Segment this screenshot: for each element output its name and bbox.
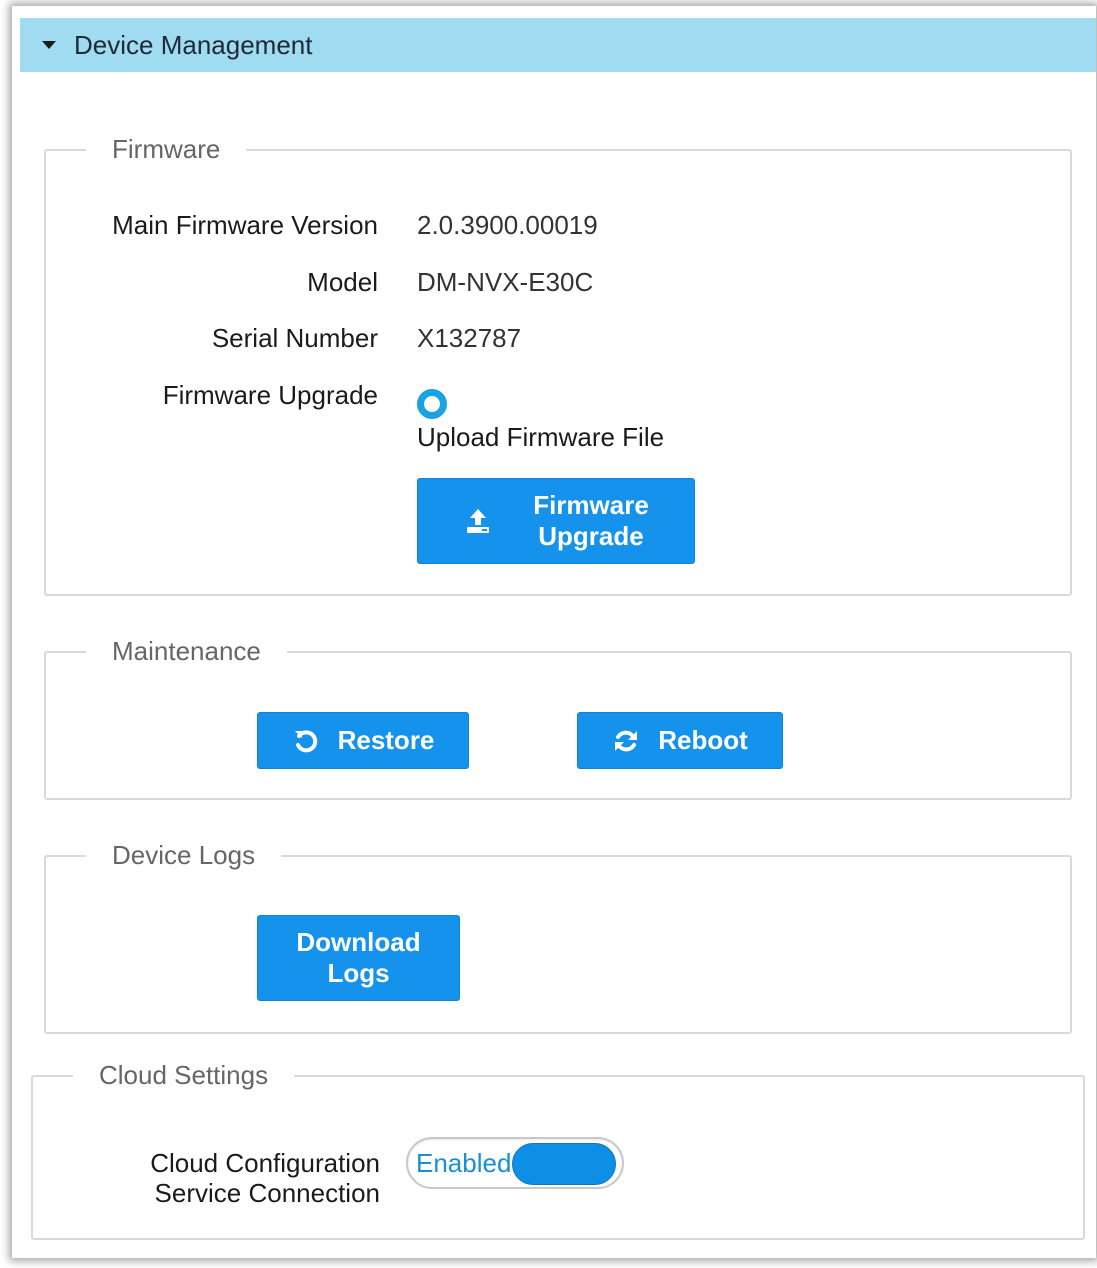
firmware-upgrade-button-line2: Upgrade — [538, 521, 644, 551]
firmware-upgrade-button[interactable]: Firmware Upgrade — [417, 478, 695, 564]
serial-number-value: X132787 — [417, 323, 522, 353]
cloud-configuration-label: Cloud Configuration Service Connection — [40, 1148, 380, 1208]
firmware-legend: Firmware — [112, 134, 221, 164]
upload-icon — [467, 509, 490, 533]
model-label: Model — [307, 267, 378, 297]
device-logs-group: Device Logs — [44, 840, 1072, 1034]
caret-down-icon[interactable] — [42, 41, 56, 49]
toggle-knob[interactable] — [512, 1143, 616, 1185]
restore-button-label: Restore — [337, 725, 435, 755]
maintenance-legend: Maintenance — [112, 636, 261, 666]
firmware-upgrade-button-line1: Firmware — [533, 490, 649, 520]
upload-firmware-file-radio[interactable] — [417, 389, 447, 419]
reboot-button-label: Reboot — [658, 725, 748, 755]
toggle-state-label: Enabled — [416, 1148, 512, 1178]
main-firmware-version-value: 2.0.3900.00019 — [417, 210, 598, 240]
model-value: DM-NVX-E30C — [417, 267, 594, 297]
reboot-button[interactable]: Reboot — [577, 712, 783, 769]
serial-number-label: Serial Number — [211, 323, 378, 353]
cloud-connection-toggle[interactable]: Enabled — [406, 1137, 624, 1189]
cloud-configuration-label-line2: Service Connection — [154, 1178, 380, 1208]
download-logs-button-line1: Download — [296, 927, 421, 957]
undo-icon — [294, 729, 317, 752]
download-logs-button[interactable]: Download Logs — [257, 915, 460, 1001]
panel-header[interactable]: Device Management — [20, 18, 1096, 72]
panel-title: Device Management — [74, 29, 313, 60]
cloud-settings-legend: Cloud Settings — [99, 1060, 269, 1090]
upload-firmware-file-label[interactable]: Upload Firmware File — [417, 422, 664, 453]
restore-button[interactable]: Restore — [257, 712, 469, 769]
maintenance-group: Maintenance — [44, 636, 1072, 800]
device-logs-legend: Device Logs — [112, 840, 256, 870]
firmware-upgrade-label: Firmware Upgrade — [162, 380, 378, 410]
download-logs-button-line2: Logs — [327, 958, 390, 988]
cloud-configuration-label-line1: Cloud Configuration — [150, 1148, 380, 1178]
refresh-icon — [615, 730, 638, 751]
main-firmware-version-label: Main Firmware Version — [112, 210, 378, 240]
